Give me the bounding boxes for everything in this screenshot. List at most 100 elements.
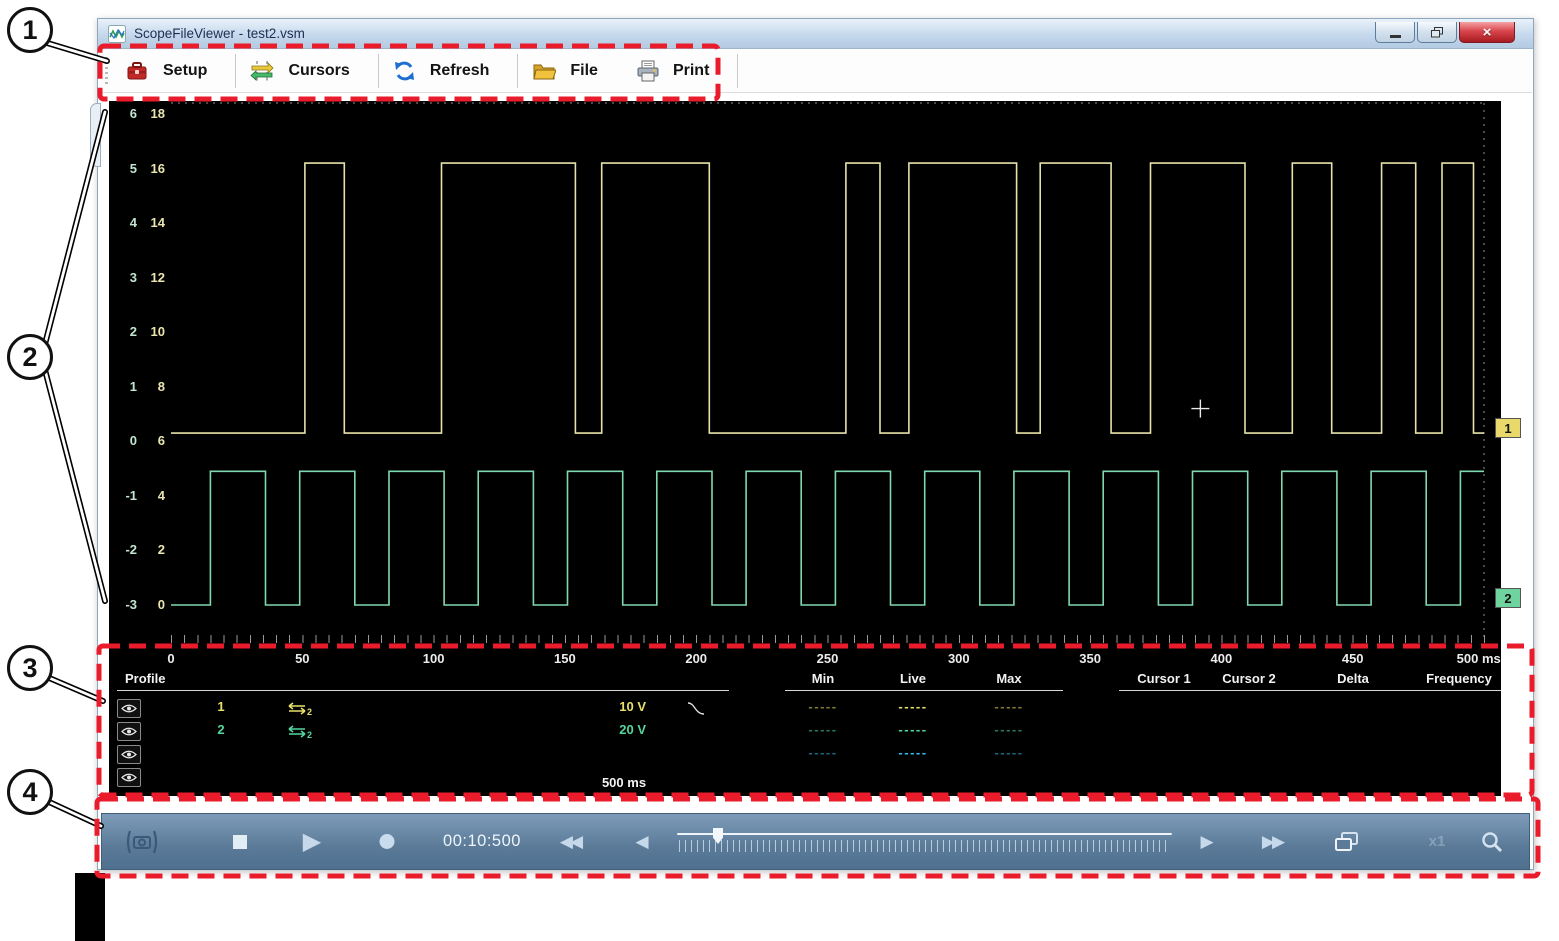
- cursors-icon: [250, 60, 274, 82]
- print-icon: [636, 60, 659, 82]
- record-icon: [380, 834, 395, 849]
- print-button[interactable]: Print: [624, 53, 735, 89]
- playback-time: 00:10:500: [443, 814, 521, 869]
- setup-icon: [125, 60, 149, 82]
- step-forward-button[interactable]: ▶: [1200, 814, 1213, 869]
- x-axis-label: 400: [1211, 651, 1233, 666]
- slope-icon: [686, 701, 706, 716]
- x-axis-label: 100: [423, 651, 445, 666]
- restore-button[interactable]: [1417, 22, 1457, 43]
- x-axis-label: 250: [817, 651, 839, 666]
- measurement-row-2: 2 2 20 V ----- ----- -----: [109, 722, 1501, 742]
- zoom-level: x1: [1429, 814, 1446, 869]
- page: ScopeFileViewer - test2.vsm ×: [0, 0, 1559, 941]
- file-label: File: [570, 62, 598, 80]
- x-axis-label: 500 ms: [1457, 651, 1501, 666]
- refresh-label: Refresh: [430, 62, 490, 80]
- side-panel-handle[interactable]: [90, 103, 101, 167]
- timebase-label: 500 ms: [579, 775, 669, 790]
- close-icon: ×: [1483, 24, 1492, 41]
- toolbar-separator: [737, 54, 738, 88]
- max-header: Max: [996, 671, 1021, 686]
- channel-scale: 10 V: [546, 699, 646, 714]
- callout-4: 4: [7, 769, 53, 815]
- measurement-row-1: 1 2 10 V ----- ----- -----: [109, 699, 1501, 719]
- callout-1: 1: [7, 7, 53, 53]
- restore-icon: [1431, 27, 1444, 38]
- play-icon: ▶: [303, 830, 321, 854]
- print-label: Print: [673, 62, 709, 80]
- toolbar-separator: [378, 54, 379, 88]
- x-axis-labels: 050100150200250300350400450500 ms: [109, 651, 1501, 669]
- max-value: -----: [977, 722, 1041, 737]
- visibility-eye-button[interactable]: [117, 768, 141, 787]
- cursors-button[interactable]: Cursors: [238, 53, 375, 89]
- svg-text:2: 2: [307, 730, 312, 739]
- probe-arrows-icon: 2: [279, 702, 313, 716]
- min-header: Min: [812, 671, 834, 686]
- play-button[interactable]: ▶: [303, 814, 321, 869]
- rewind-button[interactable]: ◀◀: [560, 814, 580, 869]
- position-slider[interactable]: [677, 830, 1172, 856]
- channel-number: 2: [209, 722, 233, 737]
- file-folder-icon: [532, 61, 556, 81]
- channel-2-badge[interactable]: 2: [1495, 588, 1521, 608]
- x-axis-ruler: [171, 635, 1485, 643]
- cursors-underline: [1119, 690, 1501, 691]
- callout-2: 2: [7, 334, 53, 380]
- slider-track[interactable]: [677, 833, 1172, 835]
- stop-icon: [233, 835, 247, 849]
- waveform-plot[interactable]: [109, 101, 1501, 646]
- min-value: -----: [791, 699, 855, 714]
- slider-ticks: [679, 840, 1171, 852]
- cursor1-header: Cursor 1: [1137, 671, 1190, 686]
- x-axis-label: 0: [167, 651, 174, 666]
- channel-number: 1: [209, 699, 233, 714]
- app-window: ScopeFileViewer - test2.vsm ×: [97, 18, 1534, 870]
- live-value: -----: [881, 745, 945, 760]
- toolbar-grip: [105, 57, 108, 85]
- transport-bar: ▶ 00:10:500 ◀◀ ◀ ▶ ▶▶ x1: [101, 813, 1530, 870]
- minimize-button[interactable]: [1375, 22, 1415, 43]
- channel-1-badge[interactable]: 1: [1495, 418, 1521, 438]
- step-back-button[interactable]: ◀: [635, 814, 648, 869]
- toolbar: Setup Cursors Refr: [99, 49, 1532, 93]
- cursors-label: Cursors: [288, 62, 349, 80]
- probe-arrows-icon: 2: [279, 725, 313, 739]
- measurement-row-3: ----- ----- -----: [109, 745, 1501, 765]
- fast-forward-icon: ▶▶: [1262, 833, 1282, 850]
- cursor2-header: Cursor 2: [1222, 671, 1275, 686]
- corner-block: [75, 873, 105, 941]
- toolbar-separator: [517, 54, 518, 88]
- x-axis-label: 200: [685, 651, 707, 666]
- refresh-button[interactable]: Refresh: [381, 53, 516, 89]
- zoom-icon[interactable]: [1480, 830, 1504, 854]
- display-mode-icon[interactable]: [1334, 831, 1360, 853]
- profile-underline: [117, 690, 729, 691]
- stop-button[interactable]: [233, 814, 247, 869]
- frequency-header: Frequency: [1426, 671, 1492, 686]
- camera-snapshot-icon[interactable]: [125, 829, 159, 855]
- rewind-icon: ◀◀: [560, 833, 580, 850]
- svg-text:2: 2: [307, 707, 312, 716]
- delta-header: Delta: [1337, 671, 1369, 686]
- scope-display[interactable]: 6543210-1-2-3 181614121086420 0501001502…: [109, 101, 1501, 796]
- x-axis-label: 350: [1079, 651, 1101, 666]
- callout-3: 3: [7, 645, 53, 691]
- setup-label: Setup: [163, 62, 207, 80]
- file-button[interactable]: File: [520, 53, 624, 89]
- x-axis-label: 300: [948, 651, 970, 666]
- step-forward-icon: ▶: [1200, 833, 1213, 850]
- max-value: -----: [977, 745, 1041, 760]
- live-header: Live: [900, 671, 926, 686]
- x-axis-label: 50: [295, 651, 309, 666]
- record-button[interactable]: [380, 814, 395, 869]
- titlebar[interactable]: ScopeFileViewer - test2.vsm ×: [98, 19, 1533, 49]
- window-title: ScopeFileViewer - test2.vsm: [134, 26, 305, 41]
- close-button[interactable]: ×: [1459, 22, 1515, 43]
- fast-forward-button[interactable]: ▶▶: [1262, 814, 1282, 869]
- window-controls: ×: [1375, 22, 1515, 43]
- setup-button[interactable]: Setup: [113, 53, 233, 89]
- profile-header: Profile: [125, 671, 165, 686]
- app-icon: [108, 25, 126, 43]
